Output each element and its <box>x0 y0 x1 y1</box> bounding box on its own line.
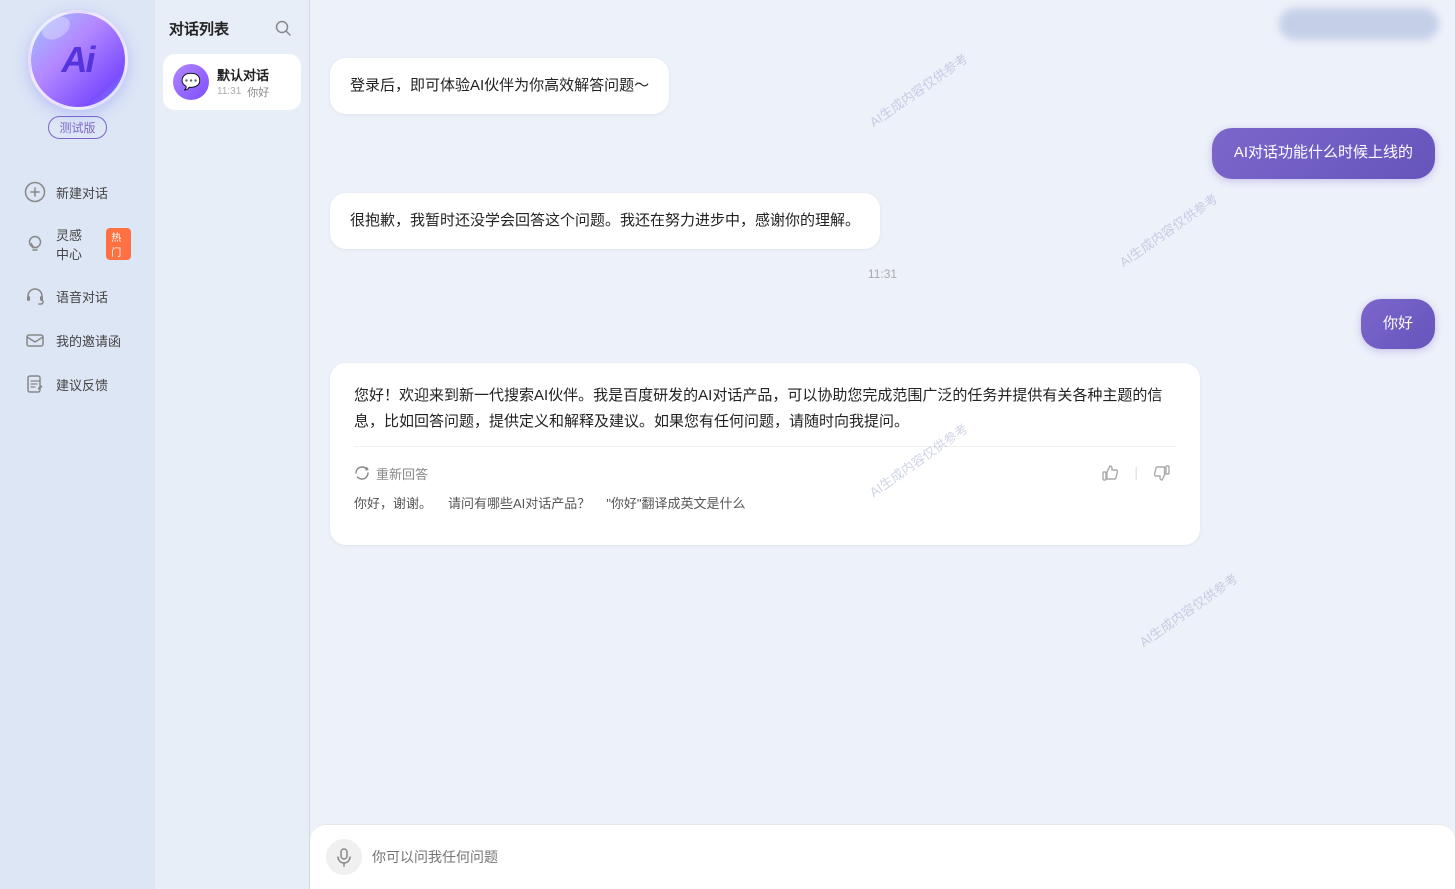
mic-button[interactable] <box>326 839 362 875</box>
ai-message-large: 您好！欢迎来到新一代搜索AI伙伴。我是百度研发的AI对话产品，可以协助您完成范围… <box>330 363 1200 545</box>
like-button[interactable] <box>1096 459 1124 487</box>
user-message-1: AI对话功能什么时候上线的 <box>1212 128 1435 179</box>
conversation-item-default[interactable]: 💬 默认对话 11:31 你好 <box>163 54 301 110</box>
sidebar-item-voice[interactable]: 语音对话 <box>8 275 147 317</box>
ai-message-large-text: 您好！欢迎来到新一代搜索AI伙伴。我是百度研发的AI对话产品，可以协助您完成范围… <box>354 383 1176 434</box>
user-info-blurred <box>1279 8 1439 40</box>
sidebar-item-voice-label: 语音对话 <box>56 287 108 306</box>
conversation-avatar: 💬 <box>173 64 209 100</box>
user-message-2-text: 你好 <box>1383 315 1413 332</box>
ai-message-1-text: 登录后，即可体验AI伙伴为你高效解答问题～ <box>350 77 649 94</box>
sidebar-item-feedback[interactable]: 建议反馈 <box>8 363 147 405</box>
feedback-divider: | <box>1134 461 1138 485</box>
sidebar-item-invite-label: 我的邀请函 <box>56 331 121 350</box>
sidebar-item-invite[interactable]: 我的邀请函 <box>8 319 147 361</box>
conversation-panel: 对话列表 💬 默认对话 11:31 你好 <box>155 0 310 889</box>
suggestion-chip-3[interactable]: "你好"翻译成英文是什么 <box>606 493 745 515</box>
ai-message-1: 登录后，即可体验AI伙伴为你高效解答问题～ <box>330 58 669 114</box>
sidebar-item-inspiration-label: 灵感中心 <box>56 225 94 263</box>
plus-circle-icon <box>24 181 46 203</box>
input-area <box>310 824 1455 889</box>
user-message-2: 你好 <box>1361 299 1435 350</box>
conversation-list-title: 对话列表 <box>169 18 229 39</box>
envelope-icon <box>24 329 46 351</box>
conversation-name: 默认对话 <box>217 65 291 84</box>
conversation-time: 11:31 <box>217 86 241 97</box>
conversation-header: 对话列表 <box>155 0 309 50</box>
logo-text: Ai <box>62 39 94 81</box>
sidebar-item-inspiration[interactable]: 灵感中心 热门 <box>8 215 147 273</box>
dislike-button[interactable] <box>1148 459 1176 487</box>
suggestions-row: 你好，谢谢。 请问有哪些AI对话产品？ "你好"翻译成英文是什么 <box>354 487 1176 525</box>
regenerate-button[interactable]: 重新回答 <box>354 464 428 483</box>
beta-badge: 测试版 <box>48 116 106 139</box>
app-logo: Ai <box>28 10 128 110</box>
suggestion-chip-2[interactable]: 请问有哪些AI对话产品？ <box>448 493 590 515</box>
conversation-info: 默认对话 11:31 你好 <box>217 65 291 100</box>
suggestion-chip-1[interactable]: 你好，谢谢。 <box>354 493 432 515</box>
sidebar-item-feedback-label: 建议反馈 <box>56 375 108 394</box>
ai-message-2: 很抱歉，我暂时还没学会回答这个问题。我还在努力进步中，感谢你的理解。 <box>330 193 880 249</box>
message-actions: 重新回答 | <box>354 446 1176 487</box>
logo-container: Ai 测试版 <box>28 10 128 139</box>
regenerate-label: 重新回答 <box>376 464 428 483</box>
lightbulb-icon <box>24 233 46 255</box>
chat-input[interactable] <box>372 849 1439 865</box>
timestamp-1: 11:31 <box>330 267 1435 281</box>
conversation-avatar-icon: 💬 <box>181 72 201 92</box>
sidebar-item-new-chat-label: 新建对话 <box>56 183 108 202</box>
document-edit-icon <box>24 373 46 395</box>
top-bar <box>310 0 1455 48</box>
sidebar-nav: 新建对话 灵感中心 热门 语音对话 <box>0 151 155 889</box>
main-chat-area: AI生成内容仅供参考 AI生成内容仅供参考 AI生成内容仅供参考 AI生成内容仅… <box>310 0 1455 889</box>
ai-message-2-text: 很抱歉，我暂时还没学会回答这个问题。我还在努力进步中，感谢你的理解。 <box>350 212 860 229</box>
chat-messages: 登录后，即可体验AI伙伴为你高效解答问题～ AI对话功能什么时候上线的 很抱歉，… <box>310 48 1455 824</box>
headset-icon <box>24 285 46 307</box>
sidebar: Ai 测试版 新建对话 灵感中心 <box>0 0 155 889</box>
user-message-1-text: AI对话功能什么时候上线的 <box>1234 144 1413 161</box>
hot-badge: 热门 <box>106 228 131 260</box>
conversation-preview: 你好 <box>247 84 269 100</box>
search-button[interactable] <box>271 16 295 40</box>
sidebar-item-new-chat[interactable]: 新建对话 <box>8 171 147 213</box>
